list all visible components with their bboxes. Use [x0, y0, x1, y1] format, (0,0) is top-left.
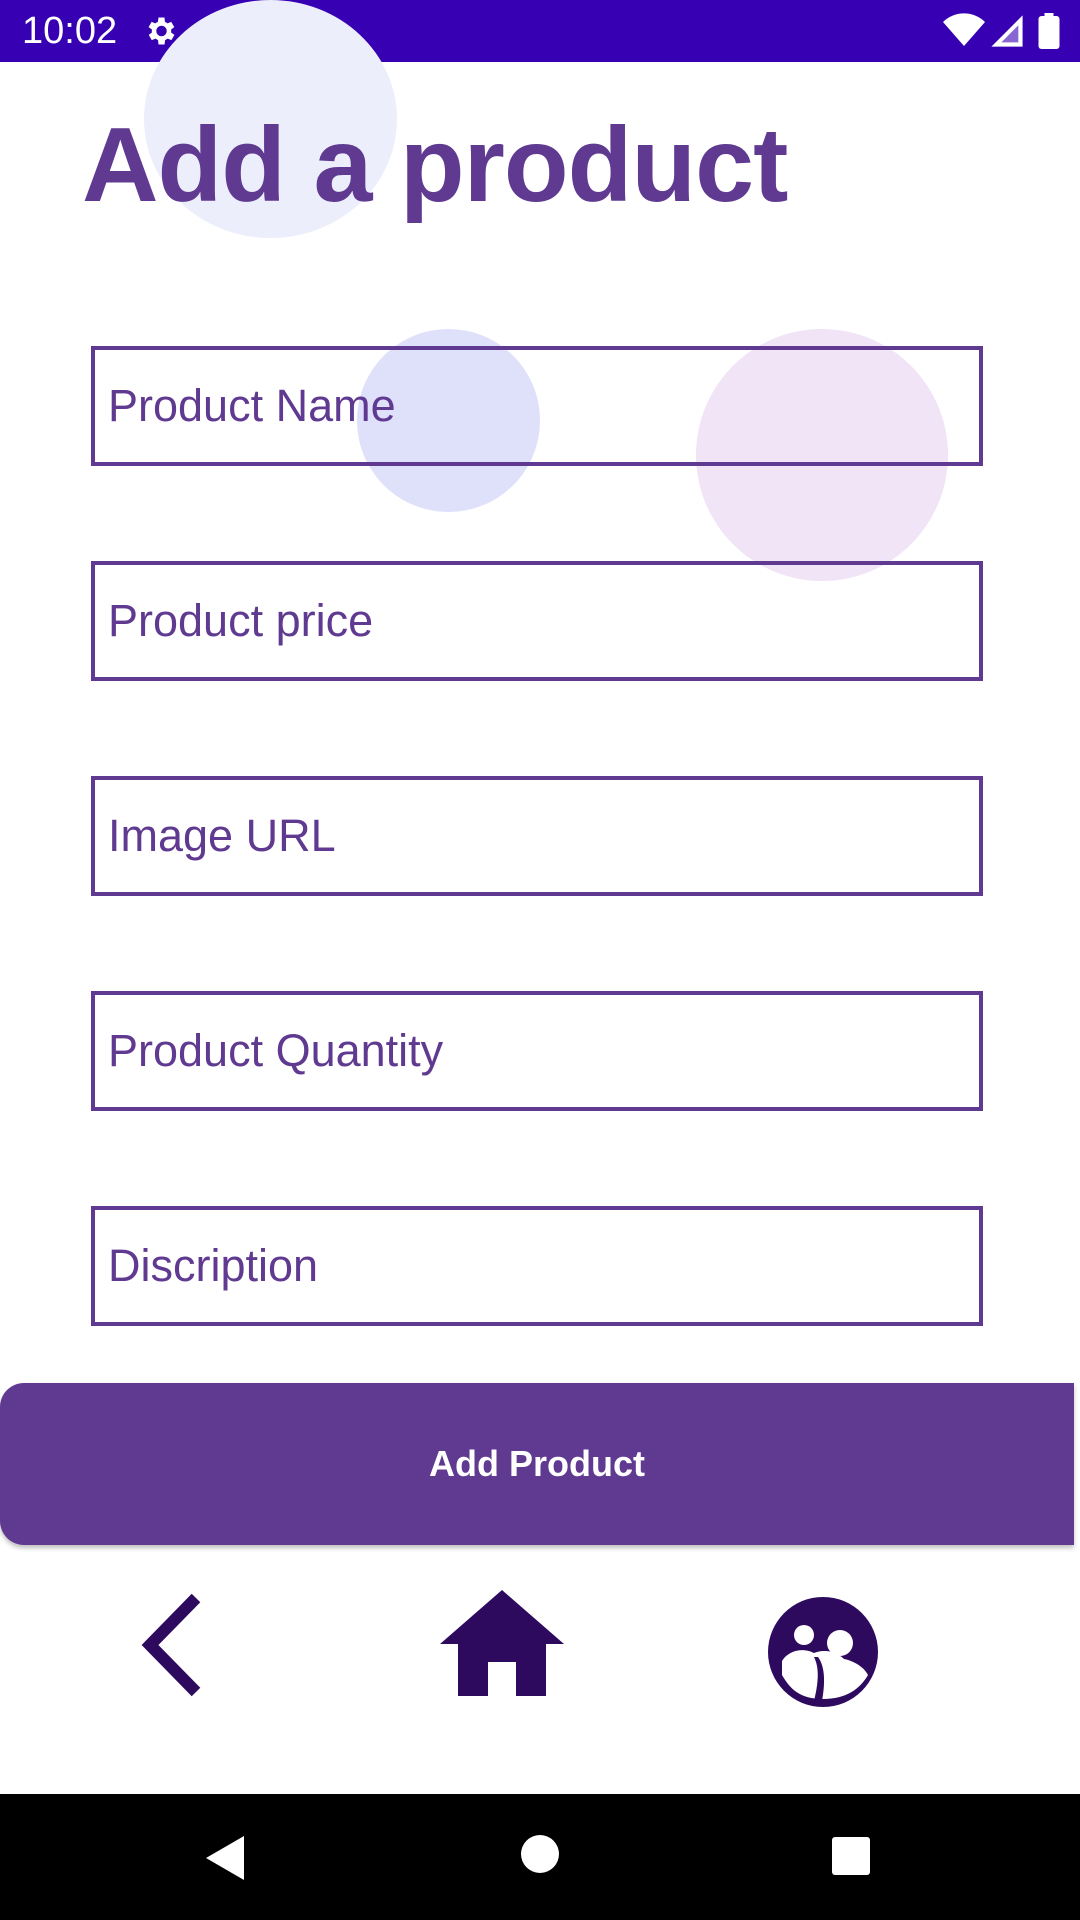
system-back-icon[interactable]	[204, 1834, 246, 1882]
system-recents-icon[interactable]	[831, 1836, 871, 1876]
home-icon[interactable]	[440, 1590, 564, 1696]
status-bar: 10:02	[0, 0, 1080, 62]
battery-icon	[1038, 13, 1060, 49]
signal-icon	[991, 15, 1023, 47]
wifi-icon	[943, 13, 985, 46]
system-navigation-bar	[0, 1794, 1080, 1920]
product-quantity-field[interactable]	[91, 991, 983, 1111]
add-product-screen: 10:02 Add a product Product Name Product…	[0, 0, 1080, 1920]
status-time: 10:02	[22, 10, 118, 52]
product-name-field[interactable]	[91, 346, 983, 466]
page-title: Add a product	[82, 106, 788, 224]
product-price-field[interactable]	[91, 561, 983, 681]
back-icon[interactable]	[130, 1590, 220, 1700]
image-url-field[interactable]	[91, 776, 983, 896]
profile-icon[interactable]	[768, 1597, 878, 1707]
add-product-button[interactable]: Add Product	[0, 1383, 1074, 1545]
description-field[interactable]	[91, 1206, 983, 1326]
system-home-icon[interactable]	[520, 1834, 560, 1874]
